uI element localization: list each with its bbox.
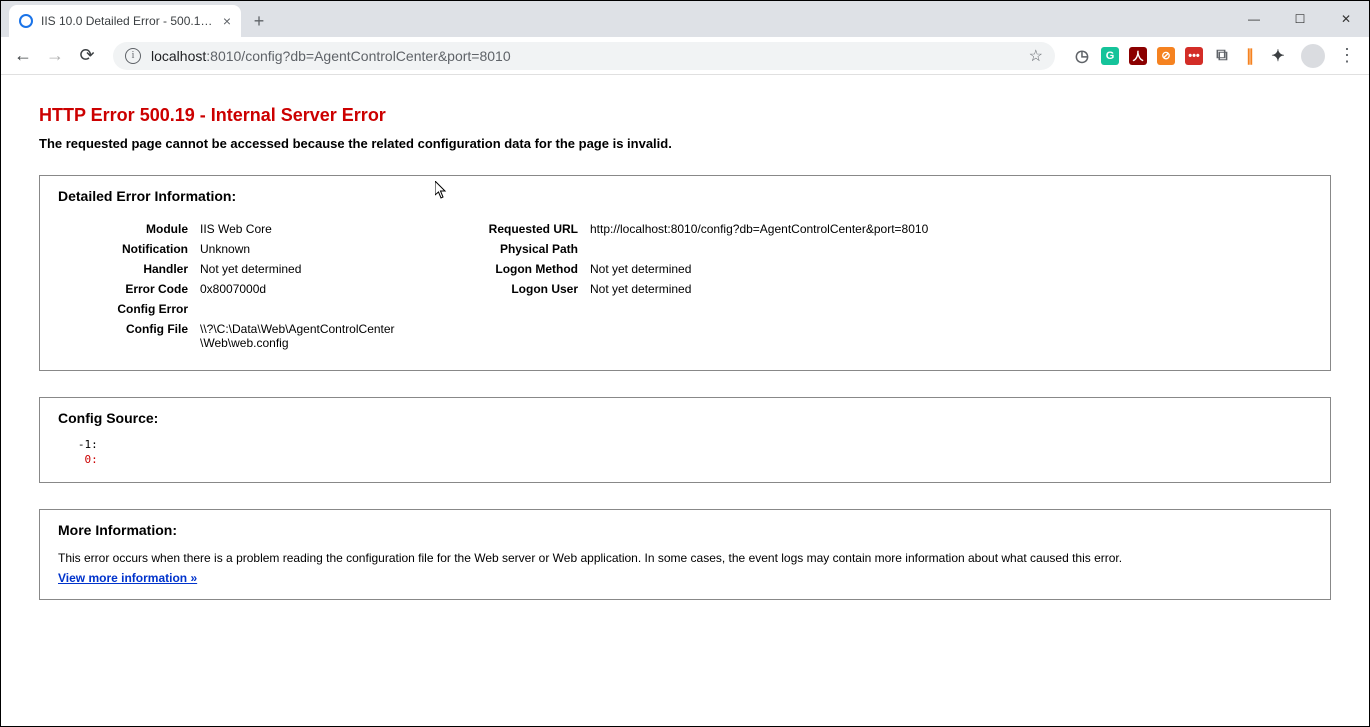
- puzzle-icon[interactable]: ✦: [1269, 47, 1287, 65]
- profile-avatar[interactable]: [1301, 44, 1325, 68]
- close-window-button[interactable]: ✕: [1323, 1, 1369, 37]
- page-body: HTTP Error 500.19 - Internal Server Erro…: [1, 75, 1369, 646]
- handler-label: Handler: [64, 259, 194, 279]
- minimize-button[interactable]: —: [1231, 1, 1277, 37]
- browser-toolbar: ← → ⟳ i localhost:8010/config?db=AgentCo…: [1, 37, 1369, 75]
- detailed-error-section: Detailed Error Information: Module IIS W…: [39, 175, 1331, 371]
- extension-icons: ◷ G人 ⊘ ••• ⧉ ∥ ✦: [1067, 47, 1293, 65]
- maximize-button[interactable]: ☐: [1277, 1, 1323, 37]
- url-path: :8010/config?db=AgentControlCenter&port=…: [206, 48, 510, 64]
- logon-user-label: Logon User: [424, 279, 584, 299]
- logon-method-label: Logon Method: [424, 259, 584, 279]
- config-error-value: [194, 299, 412, 319]
- chrome-menu-button[interactable]: ⋮: [1333, 42, 1361, 70]
- handler-value: Not yet determined: [194, 259, 412, 279]
- requested-url-label: Requested URL: [424, 219, 584, 239]
- detailed-error-table: Module IIS Web Core Notification Unknown…: [58, 216, 1312, 356]
- config-file-value: \\?\C:\Data\Web\AgentControlCenter\Web\w…: [194, 319, 412, 353]
- forward-button: →: [41, 42, 69, 70]
- bookmark-star-icon[interactable]: ☆: [1029, 46, 1043, 66]
- physical-path-label: Physical Path: [424, 239, 584, 259]
- error-code-label: Error Code: [64, 279, 194, 299]
- adobe-icon[interactable]: 人: [1129, 47, 1147, 65]
- reload-button[interactable]: ⟳: [73, 42, 101, 70]
- site-info-icon[interactable]: i: [125, 48, 141, 64]
- more-info-heading: More Information:: [58, 522, 1312, 538]
- config-error-label: Config Error: [64, 299, 194, 319]
- physical-path-value: [584, 239, 1306, 259]
- view-more-information-link[interactable]: View more information »: [58, 571, 197, 585]
- url-text: localhost:8010/config?db=AgentControlCen…: [151, 48, 511, 64]
- tab-close-icon[interactable]: ×: [223, 13, 231, 29]
- error-title: HTTP Error 500.19 - Internal Server Erro…: [39, 105, 1331, 126]
- module-label: Module: [64, 219, 194, 239]
- module-value: IIS Web Core: [194, 219, 412, 239]
- favicon-icon: [19, 14, 33, 28]
- notification-value: Unknown: [194, 239, 412, 259]
- url-host: localhost: [151, 48, 206, 64]
- tab-title: IIS 10.0 Detailed Error - 500.19 - I: [41, 14, 217, 28]
- address-bar[interactable]: i localhost:8010/config?db=AgentControlC…: [113, 42, 1055, 70]
- requested-url-value: http://localhost:8010/config?db=AgentCon…: [584, 219, 1306, 239]
- grammarly-icon[interactable]: G: [1101, 47, 1119, 65]
- bars-icon[interactable]: ∥: [1241, 47, 1259, 65]
- logon-method-value: Not yet determined: [584, 259, 1306, 279]
- error-subhead: The requested page cannot be accessed be…: [39, 136, 1331, 151]
- error-code-value: 0x8007000d: [194, 279, 412, 299]
- stopwatch-icon[interactable]: ◷: [1073, 47, 1091, 65]
- tab-icon[interactable]: ⧉: [1213, 47, 1231, 65]
- notification-label: Notification: [64, 239, 194, 259]
- back-button[interactable]: ←: [9, 42, 37, 70]
- config-file-label: Config File: [64, 319, 194, 353]
- new-tab-button[interactable]: +: [245, 7, 273, 35]
- logon-user-value: Not yet determined: [584, 279, 1306, 299]
- config-source-heading: Config Source:: [58, 410, 1312, 426]
- active-tab[interactable]: IIS 10.0 Detailed Error - 500.19 - I ×: [9, 5, 241, 37]
- tab-strip: IIS 10.0 Detailed Error - 500.19 - I × +…: [1, 1, 1369, 37]
- config-source-section: Config Source: -1: 0:: [39, 397, 1331, 483]
- orange-circle-icon[interactable]: ⊘: [1157, 47, 1175, 65]
- window-controls: — ☐ ✕: [1231, 1, 1369, 37]
- more-info-text: This error occurs when there is a proble…: [58, 550, 1312, 566]
- detailed-error-heading: Detailed Error Information:: [58, 188, 1312, 204]
- more-information-section: More Information: This error occurs when…: [39, 509, 1331, 600]
- config-source-code: -1: 0:: [58, 438, 1312, 468]
- lastpass-icon[interactable]: •••: [1185, 47, 1203, 65]
